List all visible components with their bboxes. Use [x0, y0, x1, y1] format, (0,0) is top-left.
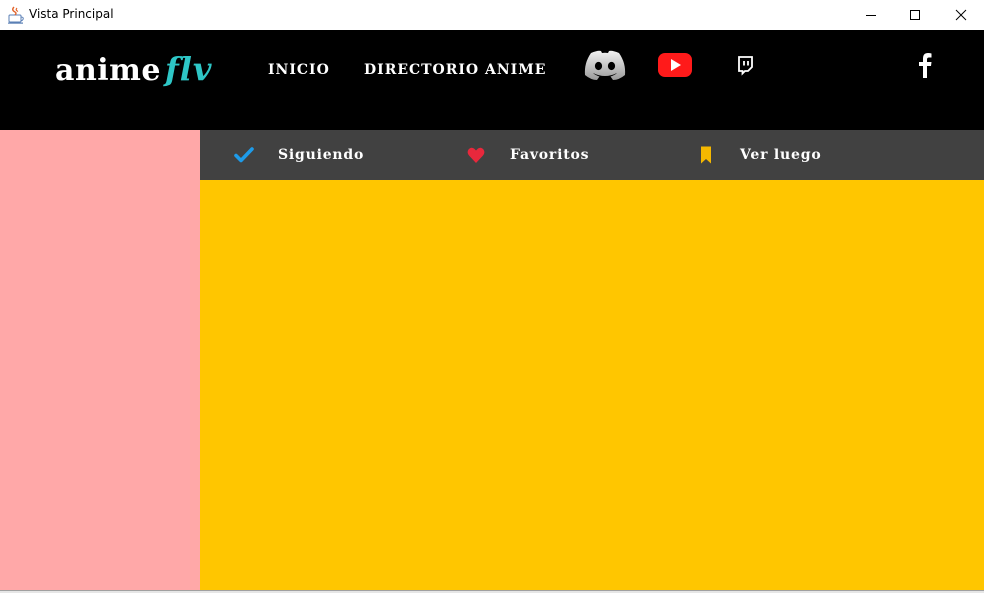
library-tabbar: Siguiendo Favoritos Ver luego [200, 130, 984, 180]
window-titlebar: Vista Principal [0, 0, 984, 30]
checkmark-icon [234, 145, 254, 165]
logo-text-flv: flv [164, 50, 213, 88]
main-content-area [200, 180, 984, 590]
heart-icon [466, 145, 486, 165]
bottom-divider [0, 590, 984, 591]
discord-icon[interactable] [582, 48, 628, 82]
tab-ver-luego[interactable]: Ver luego [692, 130, 892, 180]
close-icon [955, 9, 967, 21]
side-panel [0, 130, 200, 590]
site-header: anime flv INICIO DIRECTORIO ANIME [0, 30, 984, 130]
maximize-icon [910, 10, 920, 20]
tab-favoritos-label: Favoritos [510, 147, 590, 163]
close-button[interactable] [938, 0, 984, 30]
nav-directorio-anime-link[interactable]: DIRECTORIO ANIME [364, 62, 546, 78]
tab-siguiendo-label: Siguiendo [278, 147, 365, 163]
animeflv-logo[interactable]: anime flv [55, 50, 213, 88]
java-app-icon [8, 6, 24, 24]
maximize-button[interactable] [892, 0, 938, 30]
youtube-icon[interactable] [657, 52, 693, 78]
minimize-icon [866, 15, 876, 16]
nav-inicio-link[interactable]: INICIO [268, 62, 330, 78]
tab-favoritos[interactable]: Favoritos [462, 130, 662, 180]
tab-siguiendo[interactable]: Siguiendo [230, 130, 430, 180]
facebook-icon[interactable] [918, 52, 932, 78]
minimize-button[interactable] [848, 0, 894, 30]
twitch-icon[interactable] [737, 56, 753, 76]
bookmark-icon [696, 145, 716, 165]
logo-text-anime: anime [55, 53, 161, 88]
window-title: Vista Principal [29, 7, 114, 21]
tab-ver-luego-label: Ver luego [740, 147, 822, 163]
